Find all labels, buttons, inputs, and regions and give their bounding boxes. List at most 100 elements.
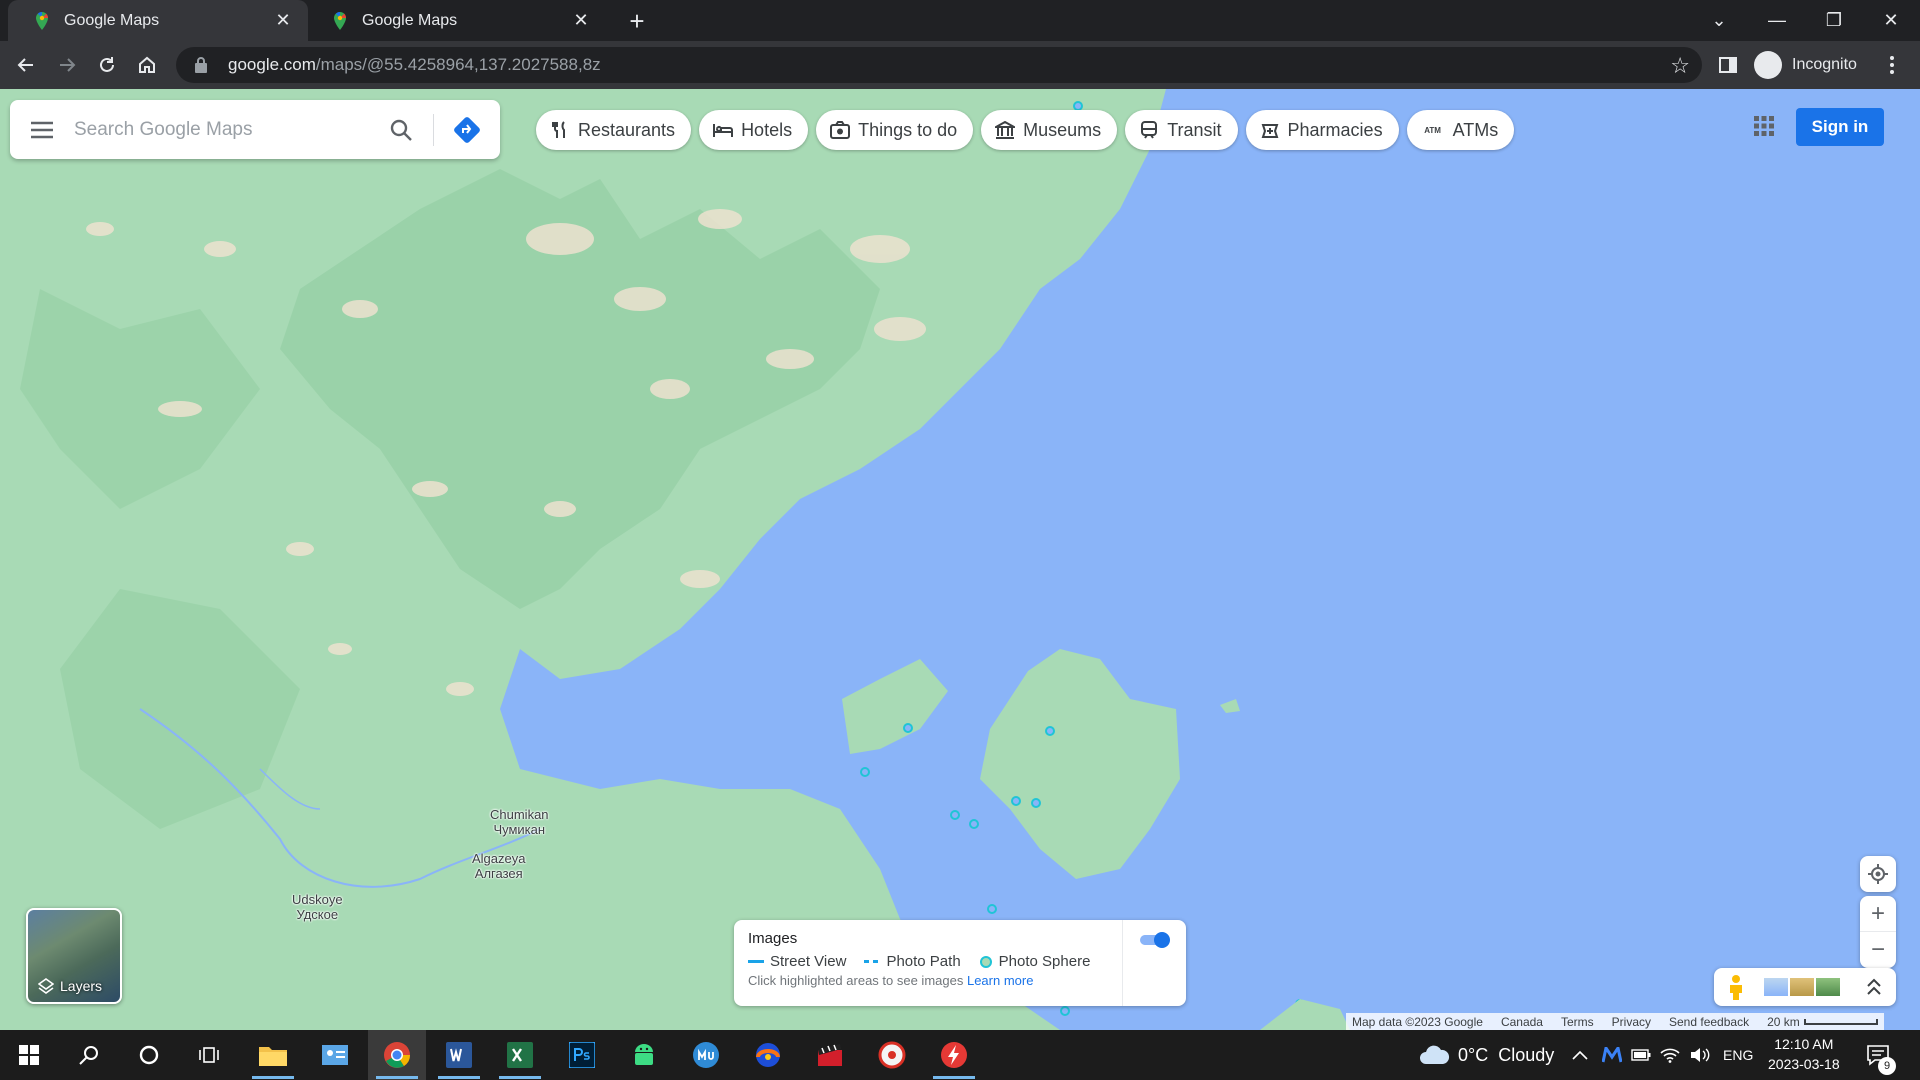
send-feedback-link[interactable]: Send feedback — [1669, 1015, 1749, 1029]
place-label-chumikan[interactable]: Chumikan Чумикан — [490, 807, 549, 837]
bookmark-star-icon[interactable]: ☆ — [1670, 53, 1690, 79]
show-hidden-icons[interactable] — [1572, 1030, 1588, 1080]
windows-logo-icon — [19, 1045, 39, 1065]
learn-more-link[interactable]: Learn more — [967, 973, 1033, 988]
folder-icon — [259, 1047, 287, 1066]
system-clock[interactable]: 12:10 AM 2023-03-18 — [1768, 1034, 1840, 1074]
preview-thumbnail[interactable] — [1816, 978, 1840, 996]
map-canvas[interactable]: Restaurants Hotels Things to do Museums … — [0, 89, 1920, 1030]
side-panel-button[interactable] — [1712, 49, 1744, 81]
place-label-algazeya[interactable]: Algazeya Алгазея — [472, 851, 525, 881]
category-chips: Restaurants Hotels Things to do Museums … — [536, 110, 1515, 150]
address-bar[interactable]: google.com/maps/@55.4258964,137.2027588,… — [176, 47, 1702, 83]
country-link[interactable]: Canada — [1501, 1015, 1543, 1029]
lock-icon[interactable] — [194, 56, 208, 74]
contacts-app[interactable] — [306, 1030, 364, 1080]
home-icon — [139, 56, 155, 73]
screen-recorder-app[interactable] — [801, 1030, 859, 1080]
tab-title: Google Maps — [64, 11, 160, 29]
chip-transit[interactable]: Transit — [1125, 110, 1238, 150]
zoom-out-button[interactable]: − — [1860, 932, 1896, 967]
chip-atms[interactable]: ATM ATMs — [1406, 110, 1515, 150]
browser-toolbar: google.com/maps/@55.4258964,137.2027588,… — [0, 41, 1920, 89]
photoshop-app[interactable] — [553, 1030, 611, 1080]
flash-app[interactable] — [925, 1030, 983, 1080]
back-button[interactable] — [10, 49, 42, 81]
preview-thumbnail[interactable] — [1790, 978, 1814, 996]
task-view-button[interactable] — [180, 1030, 238, 1080]
search-box — [10, 100, 500, 159]
search-taskbar-button[interactable] — [60, 1030, 118, 1080]
home-button[interactable] — [131, 49, 163, 81]
tray-app-m[interactable] — [1602, 1030, 1622, 1080]
action-center-button[interactable]: 9 — [1866, 1030, 1896, 1080]
excel-app[interactable] — [491, 1030, 549, 1080]
chip-pharmacies[interactable]: Pharmacies — [1245, 110, 1399, 150]
chip-label: Hotels — [741, 119, 793, 140]
volume-control[interactable] — [1690, 1030, 1710, 1080]
search-input[interactable] — [74, 118, 377, 141]
browser-tab[interactable]: Google Maps ✕ — [8, 0, 308, 41]
google-apps-button[interactable] — [1744, 106, 1784, 146]
reload-button[interactable] — [91, 49, 123, 81]
place-name: Algazeya — [472, 851, 526, 866]
close-window-button[interactable]: ✕ — [1862, 0, 1920, 41]
chip-restaurants[interactable]: Restaurants — [536, 110, 692, 150]
new-tab-button[interactable]: + — [622, 6, 652, 36]
sign-in-button[interactable]: Sign in — [1796, 108, 1884, 146]
chevron-up-icon — [1572, 1050, 1588, 1060]
images-toggle[interactable] — [1138, 930, 1172, 950]
start-button[interactable] — [0, 1030, 58, 1080]
chip-label: ATMs — [1452, 119, 1499, 140]
mu-logo-icon — [693, 1042, 719, 1068]
vpn-app[interactable] — [739, 1030, 797, 1080]
close-tab-icon[interactable]: ✕ — [570, 10, 592, 32]
my-location-button[interactable] — [1860, 856, 1896, 892]
place-native-name: Алгазея — [474, 866, 523, 881]
browser-menu-button[interactable] — [1876, 49, 1908, 81]
m-logo-icon — [1602, 1047, 1622, 1063]
zoom-in-button[interactable]: + — [1860, 897, 1896, 932]
forward-button[interactable] — [51, 49, 83, 81]
place-label-udskoye[interactable]: Udskoye Удское — [292, 892, 343, 922]
tab-search-icon[interactable]: ⌄ — [1690, 0, 1748, 41]
search-button[interactable] — [377, 106, 425, 154]
privacy-link[interactable]: Privacy — [1612, 1015, 1651, 1029]
battery-status[interactable] — [1631, 1030, 1651, 1080]
android-app[interactable] — [615, 1030, 673, 1080]
browser-tab[interactable]: Google Maps ✕ — [306, 0, 606, 41]
pegman-icon[interactable] — [1728, 974, 1744, 1000]
search-icon — [390, 119, 412, 141]
incognito-profile[interactable]: Incognito — [1754, 47, 1857, 83]
chip-museums[interactable]: Museums — [981, 110, 1118, 150]
chip-things-to-do[interactable]: Things to do — [816, 110, 974, 150]
chrome-app[interactable] — [368, 1030, 426, 1080]
input-language[interactable]: ENG — [1723, 1030, 1753, 1080]
chip-hotels[interactable]: Hotels — [699, 110, 809, 150]
museum-icon — [995, 120, 1016, 140]
directions-button[interactable] — [442, 106, 492, 154]
layers-button[interactable]: Layers — [26, 908, 122, 1004]
chip-label: Restaurants — [578, 119, 676, 140]
cortana-button[interactable] — [120, 1030, 178, 1080]
close-tab-icon[interactable]: ✕ — [272, 10, 294, 32]
minimize-button[interactable]: — — [1748, 0, 1806, 41]
restore-button[interactable]: ❐ — [1805, 0, 1863, 41]
weather-widget[interactable]: 0°C Cloudy — [1418, 1030, 1554, 1080]
menu-button[interactable] — [10, 100, 74, 159]
mu-app[interactable] — [677, 1030, 735, 1080]
vpn-shield-icon — [756, 1043, 780, 1067]
media-player-app[interactable] — [863, 1030, 921, 1080]
wifi-status[interactable] — [1660, 1030, 1680, 1080]
chevron-up-icon[interactable] — [1866, 978, 1882, 996]
chrome-icon — [384, 1042, 411, 1068]
legend-label: Photo Sphere — [998, 953, 1091, 970]
scale-bar[interactable]: 20 km — [1767, 1015, 1878, 1029]
file-explorer-app[interactable] — [244, 1030, 302, 1080]
word-app[interactable] — [430, 1030, 488, 1080]
map-data-attribution[interactable]: Map data ©2023 Google — [1352, 1015, 1483, 1029]
preview-thumbnail[interactable] — [1764, 978, 1788, 996]
chip-label: Museums — [1023, 119, 1102, 140]
wifi-icon — [1660, 1048, 1680, 1063]
terms-link[interactable]: Terms — [1561, 1015, 1594, 1029]
